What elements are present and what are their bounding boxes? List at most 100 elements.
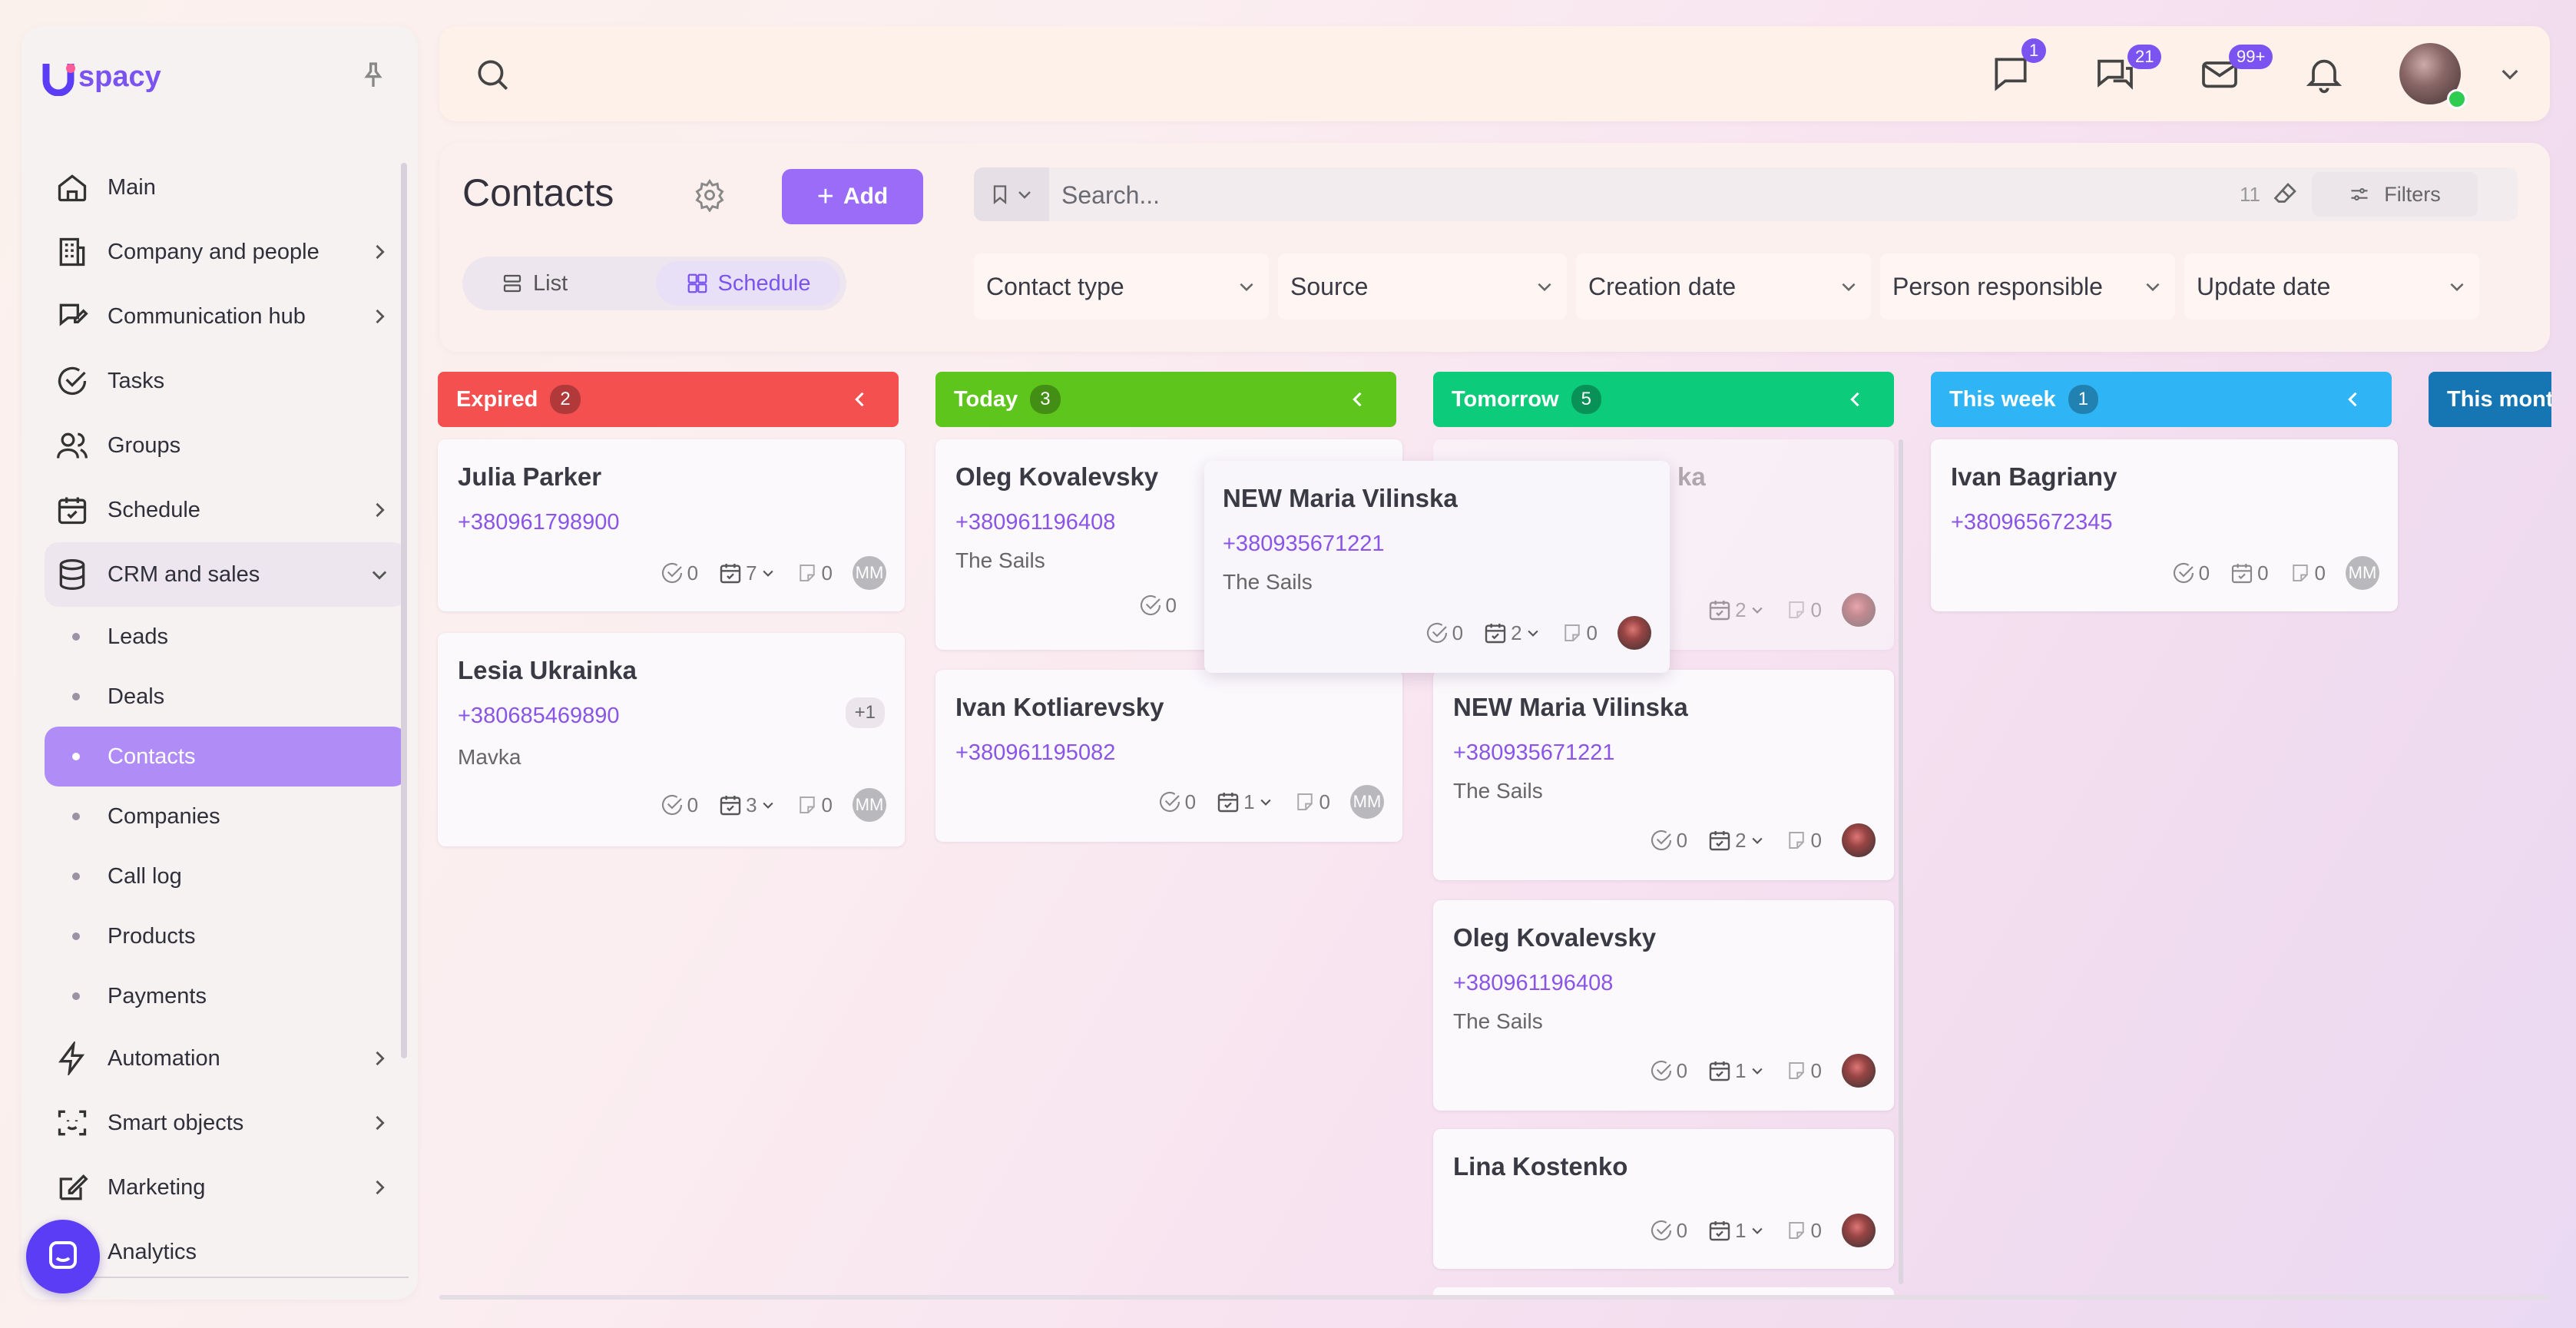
saved-filters-button[interactable] [974, 167, 1049, 221]
events-stat[interactable]: 2 [1707, 598, 1764, 622]
bell-icon[interactable] [2303, 52, 2346, 95]
events-stat[interactable]: 0 [2230, 561, 2269, 585]
tasks-stat[interactable]: 0 [1649, 828, 1687, 853]
responsible-avatar[interactable]: MM [853, 556, 886, 590]
sidebar-item-marketing[interactable]: Marketing [45, 1155, 407, 1220]
contact-card[interactable]: NEW Maria Vilinska +380935671221 The Sai… [1433, 670, 1894, 880]
chevron-left-icon[interactable] [1845, 389, 1866, 410]
events-stat[interactable]: 1 [1707, 1058, 1764, 1083]
filter-contact-type[interactable]: Contact type [974, 253, 1269, 320]
notes-stat[interactable]: 0 [796, 793, 833, 817]
sidebar-subitem-products[interactable]: Products [45, 906, 407, 966]
notes-stat[interactable]: 0 [2289, 561, 2326, 585]
sidebar-subitem-deals[interactable]: Deals [45, 667, 407, 727]
tasks-stat[interactable]: 0 [1649, 1058, 1687, 1083]
gear-icon[interactable] [693, 178, 727, 212]
notes-stat[interactable]: 0 [1785, 829, 1822, 853]
contact-card[interactable]: Lesia Ukrainka +380685469890 +1 Mavka 0 … [438, 633, 905, 846]
search-input[interactable] [1060, 167, 2061, 223]
tasks-stat[interactable]: 0 [2171, 561, 2210, 585]
contact-card[interactable]: Ivan Kotliarevsky +380961195082 0 1 0 MM [935, 670, 1402, 842]
filters-button[interactable]: Filters [2312, 172, 2478, 217]
events-stat[interactable]: 2 [1707, 828, 1764, 853]
board-horizontal-scrollbar[interactable] [439, 1295, 2550, 1300]
responsible-avatar[interactable] [1842, 1214, 1876, 1247]
filter-person-responsible[interactable]: Person responsible [1880, 253, 2175, 320]
contact-phone[interactable]: +380961196408 [1453, 971, 1613, 996]
sidebar-item-communication-hub[interactable]: Communication hub [45, 284, 407, 349]
filter-creation-date[interactable]: Creation date [1576, 253, 1871, 320]
contact-phone[interactable]: +380935671221 [1223, 532, 1384, 557]
support-chat-button[interactable] [26, 1220, 100, 1293]
note-icon [1788, 832, 1804, 849]
contact-phone[interactable]: +380685469890 [458, 704, 619, 729]
search-bar: 11 Filters [974, 167, 2518, 223]
sidebar-item-smart-objects[interactable]: Smart objects [45, 1091, 407, 1155]
sidebar-subitem-contacts[interactable]: Contacts [45, 727, 407, 787]
sidebar-subitem-payments[interactable]: Payments [45, 966, 407, 1026]
notes-stat[interactable]: 0 [1561, 621, 1598, 645]
notes-stat[interactable]: 0 [1293, 790, 1330, 814]
sidebar-subitem-companies[interactable]: Companies [45, 787, 407, 846]
notes-stat[interactable]: 0 [1785, 1059, 1822, 1083]
chevron-left-icon[interactable] [1347, 389, 1369, 410]
notes-stat[interactable]: 0 [1785, 598, 1822, 622]
sidebar-item-automation[interactable]: Automation [45, 1026, 407, 1091]
notes-stat[interactable]: 0 [1785, 1219, 1822, 1243]
chevron-down-icon[interactable] [2498, 61, 2522, 86]
sidebar-item-label: Analytics [108, 1239, 197, 1264]
search-icon[interactable] [473, 55, 512, 94]
responsible-avatar[interactable] [1617, 616, 1651, 650]
sidebar-item-groups[interactable]: Groups [45, 413, 407, 478]
contact-phone[interactable]: +380961196408 [955, 510, 1115, 535]
tasks-stat[interactable]: 0 [1157, 790, 1196, 814]
responsible-avatar[interactable]: MM [2346, 556, 2379, 590]
contact-card[interactable]: Ivan Bagriany +380965672345 0 0 0 MM [1931, 439, 2398, 611]
extra-phones-badge[interactable]: +1 [845, 697, 885, 728]
schedule-view-button[interactable]: Schedule [656, 261, 840, 306]
events-stat[interactable]: 1 [1707, 1218, 1764, 1243]
contact-card[interactable]: Julia Parker +380961798900 0 7 0 MM [438, 439, 905, 611]
filter-source[interactable]: Source [1278, 253, 1567, 320]
logo[interactable]: spacy [41, 52, 161, 101]
chevron-left-icon[interactable] [849, 389, 871, 410]
contact-phone[interactable]: +380965672345 [1951, 510, 2112, 535]
sidebar-subitem-call-log[interactable]: Call log [45, 846, 407, 906]
responsible-avatar[interactable] [1842, 1054, 1876, 1088]
filter-update-date[interactable]: Update date [2184, 253, 2479, 320]
events-stat[interactable]: 7 [718, 561, 775, 585]
sidebar-item-tasks[interactable]: Tasks [45, 349, 407, 413]
list-view-button[interactable]: List [501, 257, 568, 310]
tasks-stat[interactable]: 0 [1425, 621, 1463, 645]
sidebar-item-crm-and-sales[interactable]: CRM and sales [45, 542, 407, 607]
chevron-left-icon[interactable] [2343, 389, 2364, 410]
events-stat[interactable]: 2 [1483, 621, 1540, 645]
contact-card[interactable]: Oleg Kovalevsky +380961196408 The Sails … [1433, 900, 1894, 1111]
sidebar-item-company-and-people[interactable]: Company and people [45, 220, 407, 284]
eraser-icon[interactable] [2272, 180, 2300, 207]
pin-icon[interactable] [358, 60, 389, 91]
events-stat[interactable]: 1 [1216, 790, 1273, 814]
card-stats: 0 1 0 [1649, 1214, 1876, 1247]
notes-stat[interactable]: 0 [796, 561, 833, 585]
sidebar-item-schedule[interactable]: Schedule [45, 478, 407, 542]
events-stat[interactable]: 3 [718, 793, 775, 817]
responsible-avatar[interactable]: MM [1350, 785, 1384, 819]
sidebar-item-main[interactable]: Main [45, 155, 407, 220]
sidebar-subitem-leads[interactable]: Leads [45, 607, 407, 667]
contact-phone[interactable]: +380961195082 [955, 740, 1115, 766]
contact-card[interactable]: Lina Kostenko 0 1 0 [1433, 1129, 1894, 1269]
tasks-stat[interactable]: 0 [1138, 593, 1177, 618]
responsible-avatar[interactable] [1842, 593, 1876, 627]
add-button[interactable]: + Add [782, 169, 923, 224]
tasks-stat[interactable]: 0 [660, 793, 698, 817]
responsible-avatar[interactable]: MM [853, 788, 886, 822]
column-scrollbar[interactable] [1899, 439, 1903, 1284]
contact-phone[interactable]: +380961798900 [458, 510, 619, 535]
sidebar-scrollbar[interactable] [401, 163, 407, 1058]
responsible-avatar[interactable] [1842, 823, 1876, 857]
dragging-contact-card[interactable]: NEW Maria Vilinska +380935671221 The Sai… [1204, 461, 1670, 673]
contact-phone[interactable]: +380935671221 [1453, 740, 1614, 766]
tasks-stat[interactable]: 0 [660, 561, 698, 585]
tasks-stat[interactable]: 0 [1649, 1218, 1687, 1243]
